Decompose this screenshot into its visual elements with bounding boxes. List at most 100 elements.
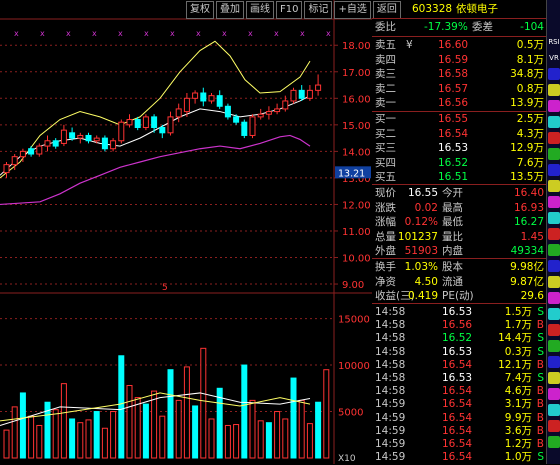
volume-bar [265,422,272,459]
stat-label: 净资 [375,275,396,288]
stock-code: 603328 [412,3,453,15]
sell-volume: 0.5万 [516,39,544,51]
volume-bar [183,366,190,459]
indicator-icon[interactable] [548,84,560,96]
stock-name: 依顿电子 [456,3,498,15]
candle [208,93,215,104]
toolbar-f10-button[interactable]: F10 [276,1,303,19]
buy-volume: 13.5万 [510,171,544,183]
stat-row-2: 涨幅 0.12% 最低 16.27 [372,215,546,230]
period-marker: x [14,29,19,38]
kline-chart[interactable]: x x x x x x x x x x x x x 5 15000 10000 5000 X10 18.00 17… [0,0,372,464]
vr-button[interactable]: VR [548,52,560,64]
toolbar-zixuan-button[interactable]: +自选 [334,1,371,19]
period-marker: x [92,29,97,38]
indicator-icon[interactable] [548,292,560,304]
stat-label: 最低 [442,216,463,228]
quote-panel: 603328 依顿电子 委比 -17.39% 委差 -104 卖五 ¥16.60 0… [372,0,546,464]
buy-label: 买五 [375,171,396,183]
toolbar-biaoji-button[interactable]: 标记 [304,1,333,19]
stat-value: 16.27 [513,216,544,228]
volume-bar [126,385,133,459]
stat-value: 49334 [510,245,544,257]
period-marker: x [40,29,45,38]
candle [216,90,223,109]
indicator-icon[interactable] [548,164,560,176]
candle [274,103,281,115]
sell-label: 卖二 [375,82,396,95]
volume-bar [69,418,76,459]
candle [118,119,125,144]
volume-bar [134,397,141,459]
indicator-icon[interactable] [548,324,560,336]
candle [85,132,92,144]
stat-value: 0.419 [407,290,438,302]
volume-bar [208,418,215,459]
indicator-icon[interactable] [548,388,560,400]
stat-label: 外盘 [375,245,396,257]
stat-value: 16.40 [513,187,544,199]
weicha-value: -104 [520,21,544,33]
stat-value: 29.6 [520,290,544,302]
indicator-icon[interactable] [548,276,560,288]
toolbar-diejia-button[interactable]: 叠加 [216,1,244,19]
volume-bar [93,411,100,459]
indicator-icon[interactable] [548,308,560,320]
indicator-icon[interactable] [548,212,560,224]
indicator-icon[interactable] [548,180,560,192]
candle [282,95,289,112]
price-tick-label: 17.00 [342,68,371,79]
indicator-icon[interactable] [548,372,560,384]
indicator-icon[interactable] [548,404,560,416]
stat-label: 内盘 [442,245,463,257]
rsi-button[interactable]: RSI [548,36,560,48]
stat-label: 量比 [442,230,463,243]
indicator-icon[interactable] [548,420,560,432]
stat2-row-1: 净资 4.50 流通 9.87亿 [372,275,546,290]
sell-level-5: 卖五 ¥16.60 0.5万 [372,38,546,53]
right-tool-strip: RSI VR [546,0,560,464]
tick-time: 14:59 [375,451,406,464]
stat-label: 股本 [442,261,463,273]
volume-bar [77,422,84,459]
sell-level-1: 卖一 16.56 13.9万 [372,96,546,111]
stock-title: 603328 依顿电子 [372,2,546,17]
candle [265,106,272,120]
candle [249,114,256,139]
buy-volume: 7.6万 [516,156,544,169]
indicator-icon[interactable] [548,436,560,448]
volume-bars: 15000 10000 5000 X10 [0,315,370,464]
indicator-icon[interactable] [548,148,560,160]
volume-bar [60,383,67,459]
indicator-icon[interactable] [548,356,560,368]
toolbar-huaxian-button[interactable]: 画线 [246,1,274,19]
volume-bar [249,399,256,459]
volume-bar [36,424,43,459]
candle [28,146,35,157]
sell-volume: 13.9万 [510,97,544,109]
price-tick-label: 15.00 [342,121,371,132]
buy-volume: 2.5万 [516,113,544,125]
indicator-icon[interactable] [548,244,560,256]
stat-value: 101237 [397,230,438,243]
indicator-icon[interactable] [548,340,560,352]
indicator-icon[interactable] [548,260,560,272]
weibi-row: 委比 -17.39% 委差 -104 [375,21,544,33]
toolbar-fuquan-button[interactable]: 复权 [186,1,214,19]
indicator-icon[interactable] [548,132,560,144]
indicator-icon[interactable] [548,68,560,80]
indicator-icon[interactable] [548,196,560,208]
buy-price: 16.52 [438,156,469,169]
stat-value: 16.93 [513,201,544,214]
buy-label: 买三 [375,142,396,154]
volume-unit-label: X10 [338,454,356,464]
indicator-icon[interactable] [548,100,560,112]
indicator-icon[interactable] [548,228,560,240]
indicator-icon[interactable] [548,116,560,128]
tick-row: 14:59 16.54 1.0万 S [372,450,546,465]
sell-level-3: 卖三 16.58 34.8万 [372,67,546,82]
period-marker: x [66,29,71,38]
volume-bar [110,411,117,459]
candle [52,138,59,149]
sell-level-2: 卖二 16.57 0.8万 [372,82,546,97]
